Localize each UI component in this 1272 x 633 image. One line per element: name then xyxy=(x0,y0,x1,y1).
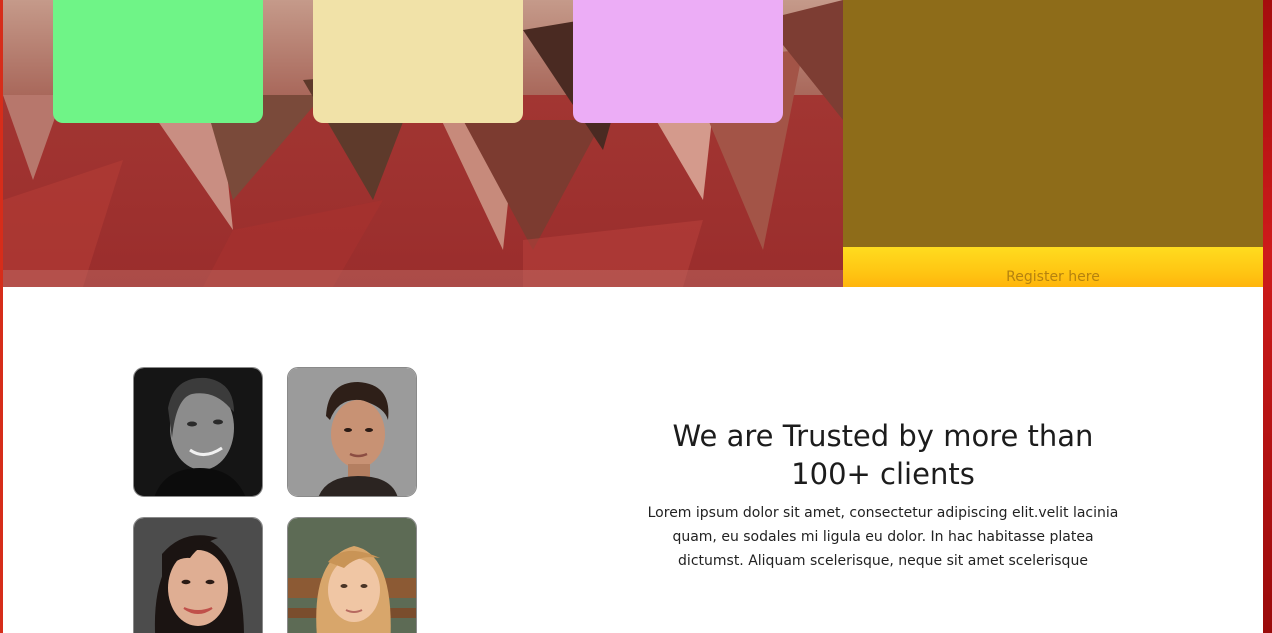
trusted-clients-section: We are Trusted by more than 100+ clients… xyxy=(3,287,1263,633)
cream-card xyxy=(313,0,523,123)
trusted-description: Lorem ipsum dolor sit amet, consectetur … xyxy=(647,505,1119,569)
client-avatar-1 xyxy=(133,367,263,497)
client-photo-3 xyxy=(134,518,262,633)
hero-section xyxy=(3,0,843,287)
client-avatar-3 xyxy=(133,517,263,633)
pink-card xyxy=(573,0,783,123)
client-photo-2 xyxy=(288,368,416,496)
client-photo-1 xyxy=(134,368,262,496)
trusted-heading: We are Trusted by more than 100+ clients xyxy=(672,419,1094,491)
client-photo-4 xyxy=(288,518,416,633)
client-avatar-4 xyxy=(287,517,417,633)
register-panel: Register here xyxy=(843,0,1263,307)
client-avatar-2 xyxy=(287,367,417,497)
page-edge-right xyxy=(1263,0,1272,633)
green-card xyxy=(53,0,263,123)
trusted-text-block: We are Trusted by more than 100+ clients… xyxy=(633,417,1133,573)
